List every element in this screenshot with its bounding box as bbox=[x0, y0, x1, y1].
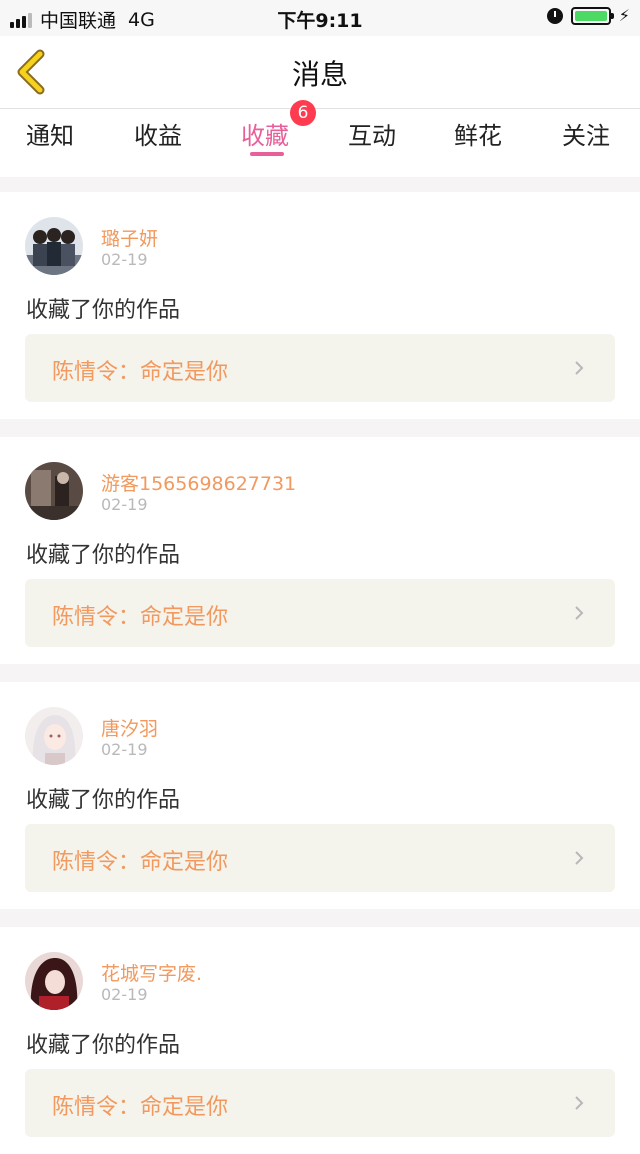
nav-header: 消息 bbox=[0, 36, 640, 109]
work-title: 陈情令：命定是你 bbox=[52, 1095, 229, 1120]
notification-date: 02-19 bbox=[101, 985, 148, 1004]
work-title: 陈情令：命定是你 bbox=[52, 360, 229, 385]
work-title: 陈情令：命定是你 bbox=[52, 605, 229, 630]
chevron-right-icon bbox=[575, 851, 584, 865]
notification-action: 收藏了你的作品 bbox=[26, 788, 181, 813]
active-tab-indicator bbox=[250, 152, 284, 156]
chevron-right-icon bbox=[575, 361, 584, 375]
tab-interactions[interactable]: 互动 bbox=[348, 116, 396, 151]
tab-flowers[interactable]: 鲜花 bbox=[454, 116, 502, 151]
status-right: ⚡ bbox=[546, 6, 630, 25]
work-link[interactable]: 陈情令：命定是你 bbox=[25, 1069, 615, 1137]
unread-badge: 6 bbox=[290, 100, 316, 126]
work-link[interactable]: 陈情令：命定是你 bbox=[25, 334, 615, 402]
avatar[interactable] bbox=[25, 462, 83, 520]
notification-card: 花城写字废. 02-19 收藏了你的作品 陈情令：命定是你 bbox=[0, 927, 640, 1154]
notification-card: 璐子妍 02-19 收藏了你的作品 陈情令：命定是你 bbox=[0, 192, 640, 419]
tab-favorites[interactable]: 收藏 bbox=[241, 116, 289, 151]
chevron-right-icon bbox=[575, 606, 584, 620]
username-link[interactable]: 璐子妍 bbox=[101, 224, 158, 251]
work-link[interactable]: 陈情令：命定是你 bbox=[25, 824, 615, 892]
status-bar: 中国联通 4G 下午9:11 ⚡ bbox=[0, 0, 640, 36]
username-link[interactable]: 游客1565698627731 bbox=[101, 469, 296, 496]
notification-date: 02-19 bbox=[101, 495, 148, 514]
avatar[interactable] bbox=[25, 217, 83, 275]
avatar[interactable] bbox=[25, 952, 83, 1010]
tab-bar: 通知 收益 收藏 互动 鲜花 关注 bbox=[0, 109, 640, 177]
tab-follows[interactable]: 关注 bbox=[562, 116, 610, 151]
battery-icon bbox=[570, 6, 614, 25]
notification-card: 游客1565698627731 02-19 收藏了你的作品 陈情令：命定是你 bbox=[0, 437, 640, 664]
chevron-right-icon bbox=[575, 1096, 584, 1110]
alarm-icon bbox=[546, 7, 563, 24]
notification-card: 唐汐羽 02-19 收藏了你的作品 陈情令：命定是你 bbox=[0, 682, 640, 909]
notification-action: 收藏了你的作品 bbox=[26, 543, 181, 568]
notification-date: 02-19 bbox=[101, 250, 148, 269]
notification-date: 02-19 bbox=[101, 740, 148, 759]
work-link[interactable]: 陈情令：命定是你 bbox=[25, 579, 615, 647]
work-title: 陈情令：命定是你 bbox=[52, 850, 229, 875]
page-title: 消息 bbox=[291, 58, 348, 91]
charging-icon: ⚡ bbox=[618, 6, 630, 25]
avatar[interactable] bbox=[25, 707, 83, 765]
notification-action: 收藏了你的作品 bbox=[26, 1033, 181, 1058]
tab-notifications[interactable]: 通知 bbox=[26, 116, 74, 151]
username-link[interactable]: 花城写字废. bbox=[101, 959, 202, 986]
tab-earnings[interactable]: 收益 bbox=[134, 116, 182, 151]
notification-action: 收藏了你的作品 bbox=[26, 298, 181, 323]
status-time: 下午9:11 bbox=[277, 10, 363, 32]
username-link[interactable]: 唐汐羽 bbox=[101, 714, 158, 741]
